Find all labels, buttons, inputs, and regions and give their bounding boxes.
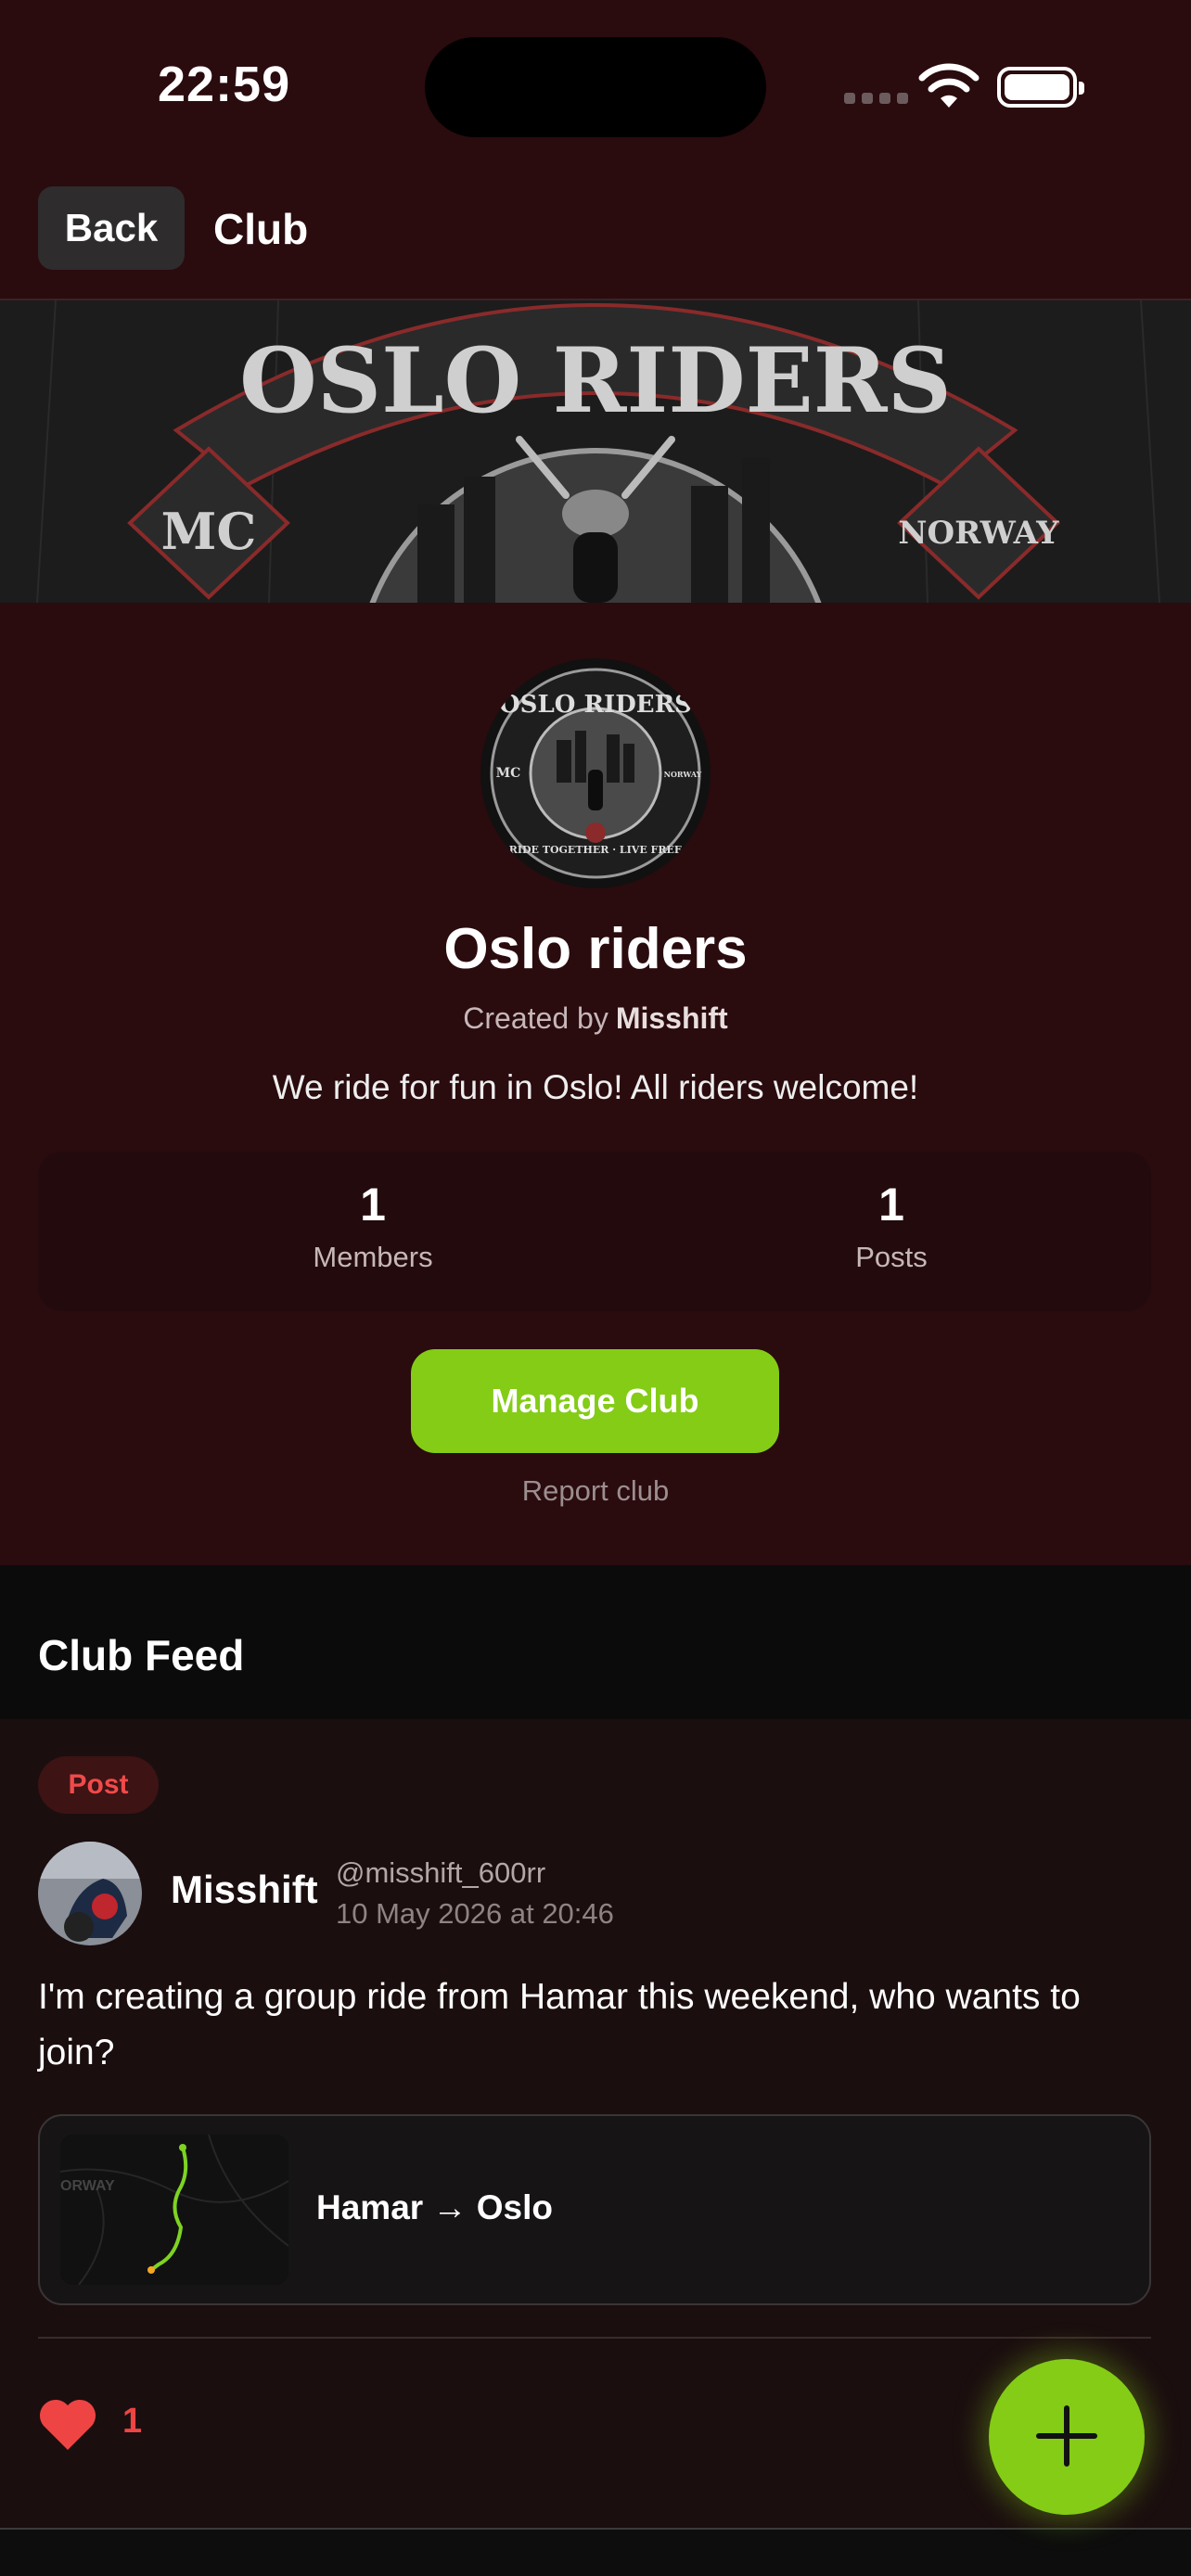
dynamic-island <box>425 37 766 137</box>
post-date: 10 May 2026 at 20:46 <box>336 1897 614 1930</box>
status-time: 22:59 <box>158 57 291 112</box>
heart-icon[interactable] <box>38 2398 97 2452</box>
back-button[interactable]: Back <box>38 186 185 270</box>
post-type-badge: Post <box>38 1756 159 1814</box>
post-divider <box>38 2337 1151 2339</box>
stat-posts-value: 1 <box>878 1179 904 1231</box>
route-card[interactable]: ORWAY Hamar → Oslo <box>38 2114 1151 2305</box>
created-by-prefix: Created by <box>463 1001 608 1035</box>
logo-left: MC <box>496 766 521 781</box>
like-count: 1 <box>122 2402 143 2441</box>
map-label: ORWAY <box>60 2178 115 2194</box>
created-by: Created by Misshift <box>0 1001 1191 1036</box>
club-feed-header: Club Feed <box>0 1565 1191 1719</box>
stat-posts[interactable]: 1 Posts <box>706 1178 1077 1274</box>
club-avatar: OSLO RIDERS MC NORWAY RIDE TOGETHER · LI… <box>480 658 711 888</box>
post-author-avatar[interactable] <box>38 1842 142 1945</box>
creator-link[interactable]: Misshift <box>616 1001 728 1035</box>
club-description: We ride for fun in Oslo! All riders welc… <box>272 1068 919 1106</box>
battery-icon <box>997 67 1084 108</box>
club-banner-image: OSLO RIDERS MC NORWAY <box>0 300 1191 603</box>
stat-members-label: Members <box>313 1241 433 1273</box>
logo-title: OSLO RIDERS <box>499 691 692 719</box>
logo-motto: RIDE TOGETHER · LIVE FREE <box>509 844 683 856</box>
banner-title: OSLO RIDERS <box>239 328 952 433</box>
new-post-button[interactable] <box>989 2359 1145 2515</box>
plus-icon <box>1036 2404 1097 2467</box>
nav-bar: Back Club <box>0 167 1191 300</box>
bottom-bar <box>0 2530 1191 2576</box>
route-map-thumbnail: ORWAY <box>60 2135 288 2285</box>
post-author-name[interactable]: Misshift <box>171 1868 318 1912</box>
report-club-link[interactable]: Report club <box>0 1474 1191 1508</box>
page-title: Club <box>213 205 309 253</box>
status-bar: 22:59 <box>0 0 1191 167</box>
post-author-handle: @misshift_600rr <box>336 1856 546 1889</box>
stat-posts-label: Posts <box>855 1241 928 1273</box>
manage-club-button[interactable]: Manage Club <box>411 1349 779 1453</box>
club-feed-title: Club Feed <box>38 1631 245 1679</box>
stat-members-value: 1 <box>360 1179 386 1231</box>
cellular-signal-icon <box>844 93 908 104</box>
wifi-icon <box>918 63 980 108</box>
banner-right-badge: NORWAY <box>898 515 1059 552</box>
post-text: I'm creating a group ride from Hamar thi… <box>38 1977 1081 2072</box>
club-stats: 1 Members 1 Posts <box>38 1152 1151 1311</box>
logo-right: NORWAY <box>664 770 702 779</box>
route-label: Hamar → Oslo <box>316 2188 553 2226</box>
stat-members[interactable]: 1 Members <box>187 1178 558 1274</box>
club-name: Oslo riders <box>443 917 748 981</box>
banner-left-badge: MC <box>161 502 257 561</box>
